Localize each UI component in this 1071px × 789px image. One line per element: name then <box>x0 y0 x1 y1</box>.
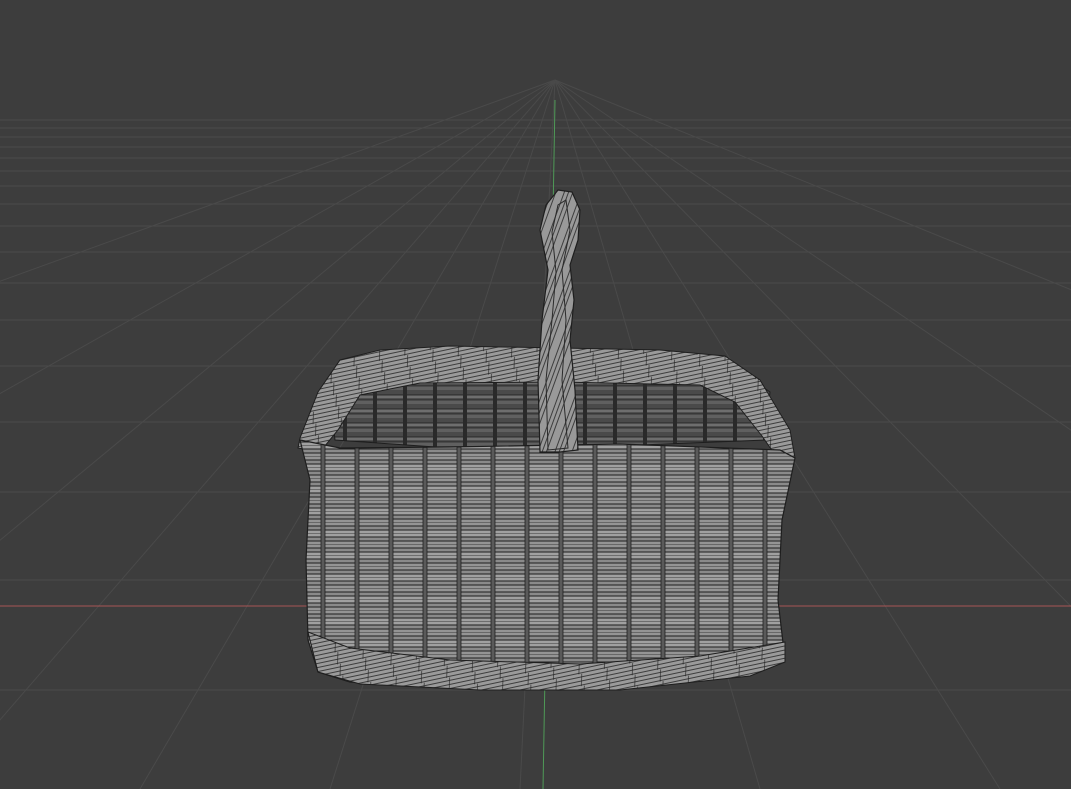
wicker-basket-mesh[interactable] <box>297 189 796 691</box>
basket-handle <box>537 189 581 453</box>
3d-viewport[interactable] <box>0 0 1071 789</box>
viewport-canvas[interactable] <box>0 0 1071 789</box>
